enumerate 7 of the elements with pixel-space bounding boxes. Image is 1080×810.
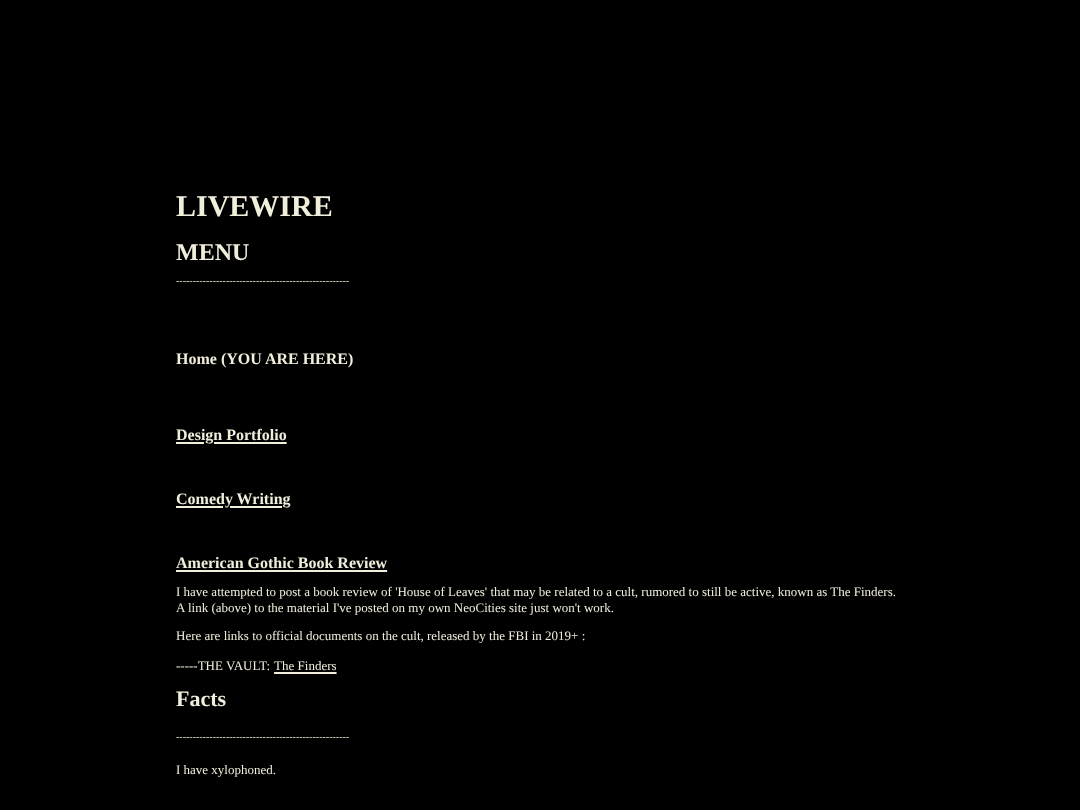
site-title: LIVEWIRE — [176, 190, 333, 226]
menu-link[interactable]: Comedy Writing — [176, 490, 291, 510]
facts-heading: Facts — [176, 688, 227, 714]
menu-link[interactable]: Design Portfolio — [176, 426, 287, 446]
menu-link[interactable]: American Gothic Book Review — [176, 554, 388, 574]
menu-heading: MENU — [176, 238, 250, 266]
current-page-label: Home (YOU ARE HERE) — [176, 350, 354, 370]
